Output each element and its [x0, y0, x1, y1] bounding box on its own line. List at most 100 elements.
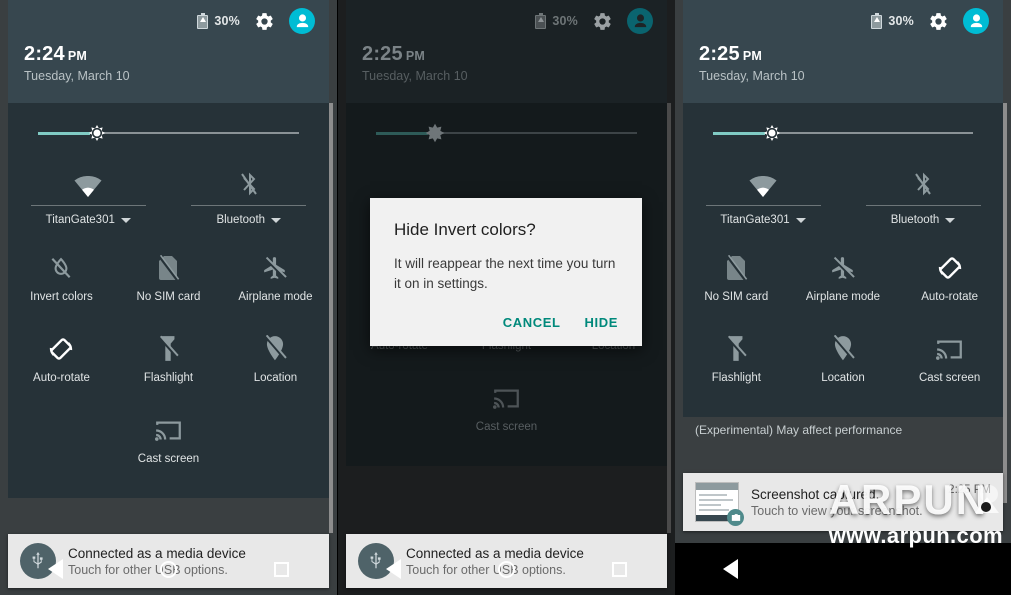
tile-cast-screen[interactable]: Cast screen [115, 403, 222, 484]
user-avatar-icon[interactable] [289, 8, 315, 34]
brightness-slider[interactable] [346, 103, 667, 163]
cast-screen-icon [936, 330, 963, 368]
panel-1-header: 30% 2:24 PM Tuesday, March 10 [8, 0, 329, 103]
screenshot-notification-text: Screenshot captured. Touch to view your … [751, 487, 923, 518]
panel-3-scrollbar[interactable] [1003, 103, 1007, 503]
tile-label: Auto-rotate [33, 372, 90, 384]
wifi-divider [30, 205, 146, 206]
tile-label: Invert colors [30, 291, 93, 303]
brightness-icon[interactable] [758, 119, 786, 147]
panel-2-navbar [338, 543, 675, 595]
panel-1-clock-block: 2:24 PM Tuesday, March 10 [8, 42, 329, 84]
panel-3-clock-ampm: PM [742, 49, 762, 63]
experimental-note: (Experimental) May affect performance [695, 423, 903, 437]
brightness-icon[interactable] [421, 119, 449, 147]
bluetooth-tile[interactable]: Bluetooth [169, 163, 330, 241]
dialog-title: Hide Invert colors? [394, 220, 536, 239]
chevron-down-icon[interactable] [120, 217, 131, 223]
panel-3-header: 30% 2:25 PM Tuesday, March 10 [683, 0, 1003, 103]
gear-icon[interactable] [254, 11, 275, 32]
airplane-mode-icon [262, 249, 288, 287]
recents-square-icon[interactable] [611, 561, 627, 577]
panel-3-connectivity-row: TitanGate301 Bluetooth [683, 163, 1003, 241]
auto-rotate-icon [47, 330, 75, 368]
tile-label: Location [821, 372, 865, 384]
panel-1-scrollbar[interactable] [329, 103, 333, 533]
tile-label: No SIM card [136, 291, 201, 303]
bluetooth-tile[interactable]: Bluetooth [843, 163, 1003, 241]
bluetooth-label-row[interactable]: Bluetooth [891, 214, 956, 226]
chevron-down-icon[interactable] [795, 217, 806, 223]
wifi-tile[interactable]: TitanGate301 [683, 163, 843, 241]
bluetooth-off-icon [913, 163, 933, 197]
bluetooth-off-icon [239, 163, 259, 197]
battery-indicator: 30% [535, 13, 578, 29]
back-triangle-icon[interactable] [48, 559, 64, 579]
wifi-tile[interactable]: TitanGate301 [8, 163, 169, 241]
bluetooth-label: Bluetooth [890, 214, 940, 226]
panel-1-quick-settings: 30% 2:24 PM Tuesday, March 10 TitanGate3… [8, 0, 329, 498]
bluetooth-divider [191, 205, 307, 206]
tile-cast-screen[interactable]: Cast screen [453, 371, 560, 452]
panel-3-clock: 2:25 PM [699, 44, 1003, 65]
tile-no-sim-card[interactable]: No SIM card [683, 241, 790, 322]
back-triangle-icon[interactable] [386, 559, 402, 579]
hide-tile-dialog: Hide Invert colors? It will reappear the… [370, 198, 642, 347]
panel-1-tile-grid: Invert colors No SIM card Airplane mode [8, 241, 329, 484]
battery-charging-icon [871, 13, 883, 29]
home-circle-icon[interactable] [497, 560, 515, 578]
screenshot-notification-card[interactable]: Screenshot captured. Touch to view your … [683, 473, 1003, 531]
tile-flashlight[interactable]: Flashlight [115, 322, 222, 403]
tile-airplane-mode[interactable]: Airplane mode [790, 241, 897, 322]
panel-2-header: 30% 2:25 PM Tuesday, March 10 [346, 0, 667, 103]
panel-2-clock-ampm: PM [405, 49, 425, 63]
cancel-button[interactable]: CANCEL [503, 315, 561, 330]
flashlight-off-icon [157, 330, 180, 368]
panel-1-clock: 2:24 PM [24, 44, 329, 65]
tile-invert-colors[interactable]: Invert colors [8, 241, 115, 322]
hide-button[interactable]: HIDE [585, 315, 618, 330]
wifi-label: TitanGate301 [45, 214, 115, 226]
tile-label: Cast screen [475, 421, 538, 433]
wifi-label: TitanGate301 [720, 214, 790, 226]
tile-no-sim-card[interactable]: No SIM card [115, 241, 222, 322]
panel-1-body: TitanGate301 Bluetooth Invert colors No … [8, 103, 329, 498]
invert-colors-off-icon [48, 249, 74, 287]
user-avatar-icon[interactable] [963, 8, 989, 34]
tile-auto-rotate[interactable]: Auto-rotate [8, 322, 115, 403]
tile-cast-screen[interactable]: Cast screen [896, 322, 1003, 403]
dialog-message: It will reappear the next time you turn … [394, 256, 616, 291]
chevron-down-icon[interactable] [945, 217, 956, 223]
panel-3-navbar [675, 543, 1011, 595]
gear-icon[interactable] [928, 11, 949, 32]
brightness-slider[interactable] [683, 103, 1003, 163]
battery-indicator: 30% [871, 13, 914, 29]
home-circle-icon[interactable] [159, 560, 177, 578]
screenshot-notification-time: 2:25 PM [948, 484, 991, 496]
wifi-label-row[interactable]: TitanGate301 [720, 214, 806, 226]
back-triangle-icon[interactable] [723, 559, 739, 579]
battery-percent-label: 30% [214, 14, 240, 28]
brightness-icon[interactable] [83, 119, 111, 147]
tile-location[interactable]: Location [790, 322, 897, 403]
panel-1-navbar [0, 543, 337, 595]
user-avatar-icon[interactable] [627, 8, 653, 34]
battery-percent-label: 30% [888, 14, 914, 28]
chevron-down-icon[interactable] [271, 217, 282, 223]
panel-2-scrollbar[interactable] [667, 103, 671, 533]
tile-airplane-mode[interactable]: Airplane mode [222, 241, 329, 322]
bluetooth-label: Bluetooth [216, 214, 266, 226]
screenshot-notification-row[interactable]: Screenshot captured. Touch to view your … [683, 473, 1003, 531]
tile-flashlight[interactable]: Flashlight [683, 322, 790, 403]
image-badge-icon [727, 509, 744, 526]
bluetooth-label-row[interactable]: Bluetooth [216, 214, 282, 226]
brightness-slider[interactable] [8, 103, 329, 163]
tile-location[interactable]: Location [222, 322, 329, 403]
gear-icon[interactable] [592, 11, 613, 32]
tile-label: Location [253, 372, 298, 384]
screenshot-notification-title: Screenshot captured. [751, 486, 880, 502]
wifi-label-row[interactable]: TitanGate301 [46, 214, 131, 226]
tile-auto-rotate[interactable]: Auto-rotate [896, 241, 1003, 322]
panel-3-quick-settings: 30% 2:25 PM Tuesday, March 10 TitanGate3… [683, 0, 1003, 437]
recents-square-icon[interactable] [273, 561, 289, 577]
